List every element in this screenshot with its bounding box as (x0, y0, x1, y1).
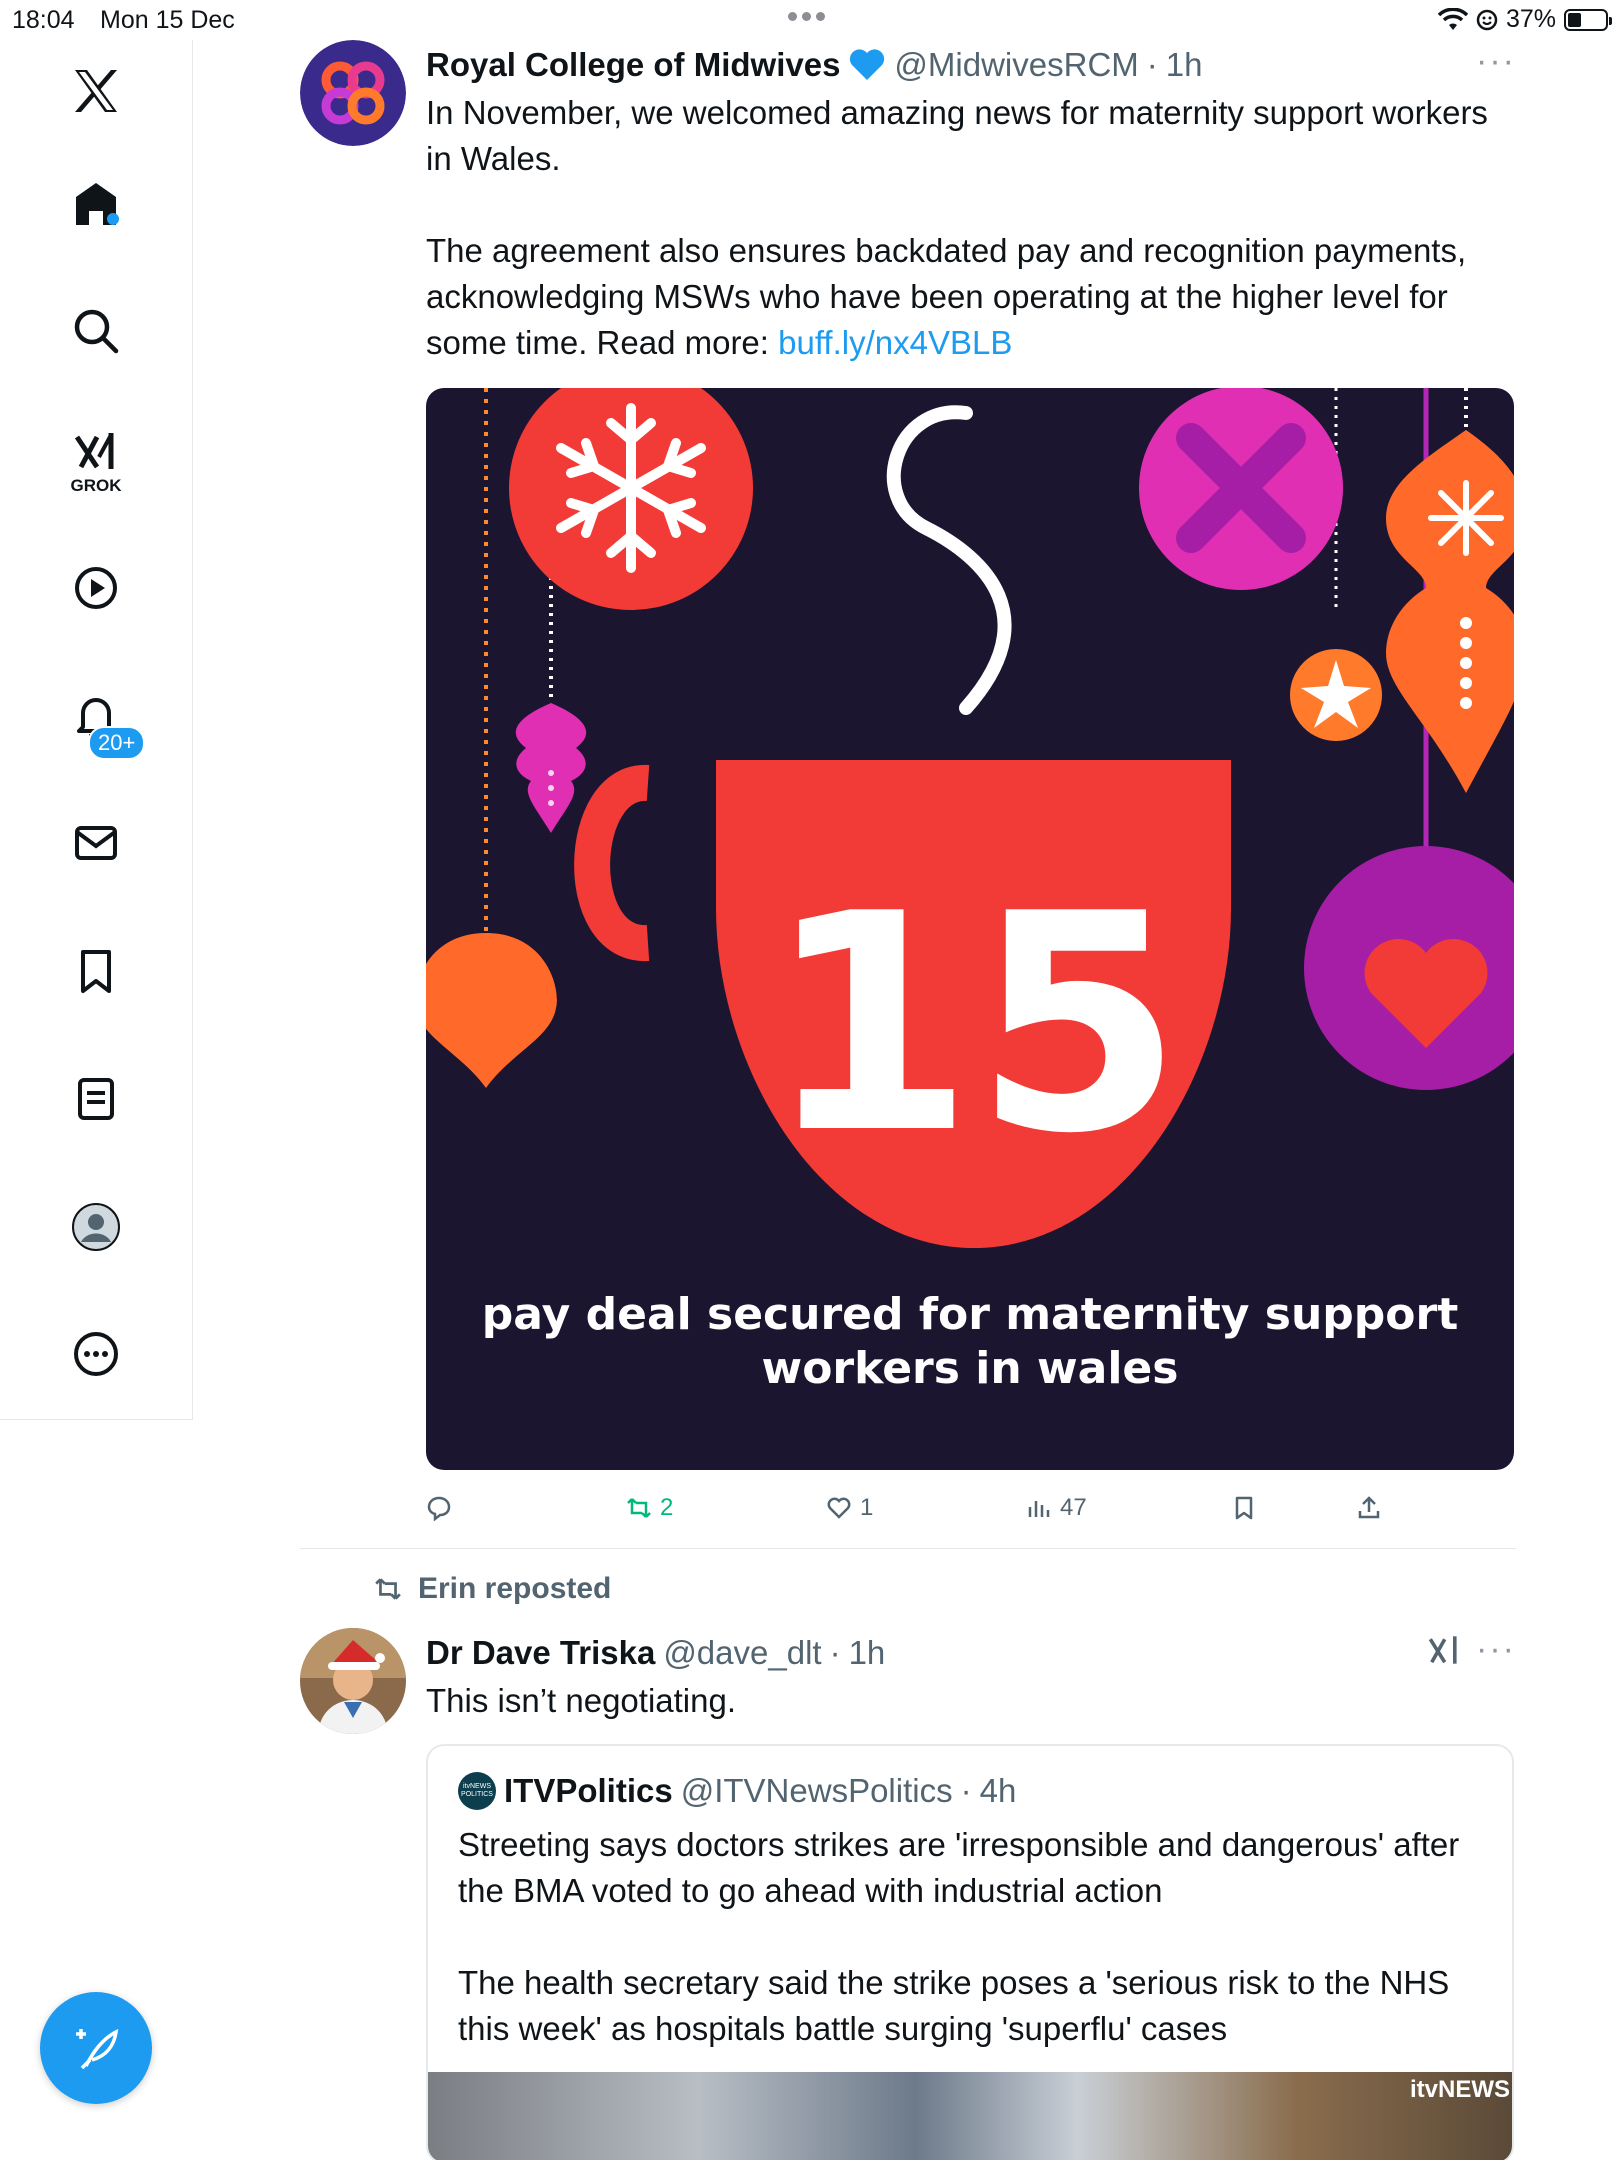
rcm-avatar[interactable] (300, 40, 406, 146)
status-date: Mon 15 Dec (100, 6, 235, 34)
quote-image[interactable]: itvNEWS (428, 2072, 1512, 2160)
messages-mail-icon[interactable] (55, 802, 137, 884)
views-bar-chart-icon (1028, 1501, 1050, 1517)
mug-number-text: 15 (765, 850, 1182, 1199)
multitasking-dots-icon[interactable] (788, 12, 825, 21)
bookmark-button[interactable] (1231, 1495, 1356, 1521)
quote-author-handle[interactable]: @ITVNewsPolitics (681, 1772, 953, 1810)
quote-author-name[interactable]: ITVPolitics (504, 1772, 673, 1810)
bookmark-icon (1235, 1496, 1253, 1520)
compose-feather-icon (76, 2028, 119, 2070)
quote-header: itvNEWS POLITICS ITVPolitics @ITVNewsPol… (458, 1772, 1482, 1810)
battery-percent: 37% (1505, 5, 1556, 33)
quote-text: Streeting says doctors strikes are 'irre… (458, 1826, 1460, 2047)
repost-context[interactable]: Erin reposted (372, 1572, 611, 1606)
post-text: In November, we welcomed amazing news fo… (426, 90, 1516, 366)
post-more-button[interactable]: ··· (1476, 1630, 1516, 1669)
itv-politics-avatar[interactable]: itvNEWS POLITICS (458, 1772, 496, 1810)
post-header: Dr Dave Triska @dave_dlt · 1h (426, 1628, 1516, 1678)
author-name[interactable]: Royal College of Midwives (426, 46, 840, 84)
grok-icon[interactable]: GROK (55, 420, 137, 502)
author-handle[interactable]: @dave_dlt (663, 1634, 821, 1672)
notifications-badge: 20+ (88, 726, 146, 760)
post-divider (300, 1548, 1516, 1549)
status-time: 18:04 (12, 6, 75, 34)
heart-icon (827, 1497, 851, 1519)
post-text-main: In November, we welcomed amazing news fo… (426, 94, 1488, 361)
reply-button[interactable] (426, 1495, 626, 1521)
status-right: 37% (1437, 5, 1612, 34)
quoted-post[interactable]: itvNEWS POLITICS ITVPolitics @ITVNewsPol… (426, 1744, 1514, 2160)
profile-avatar-icon[interactable] (55, 1186, 137, 1268)
battery-fill (1568, 12, 1582, 27)
status-bar: 18:04 Mon 15 Dec 37% (0, 0, 1620, 40)
views-button[interactable]: 47 (1026, 1494, 1231, 1522)
separator-dot: · (1146, 46, 1158, 83)
share-button[interactable] (1356, 1495, 1382, 1521)
grok-label: GROK (70, 476, 122, 495)
post-more-button[interactable]: ··· (1476, 42, 1516, 81)
post-image[interactable]: 15 pay deal secured for maternity suppor… (426, 388, 1514, 1470)
image-caption-line-1: pay deal secured for maternity support (481, 1289, 1459, 1340)
timeline-feed: Royal College of Midwives @MidwivesRCM ·… (300, 40, 1516, 2160)
post-dave-triska[interactable]: Dr Dave Triska @dave_dlt · 1h ··· This i… (300, 1628, 1516, 2160)
reply-icon (427, 1496, 451, 1521)
author-handle[interactable]: @MidwivesRCM (894, 46, 1138, 84)
image-caption-line-2: workers in wales (761, 1343, 1179, 1394)
x-logo-icon[interactable] (55, 50, 137, 132)
grok-explain-icon[interactable] (1426, 1632, 1462, 1677)
video-play-icon[interactable] (55, 547, 137, 629)
bookmarks-icon[interactable] (55, 930, 137, 1012)
post-link[interactable]: buff.ly/nx4VBLB (778, 324, 1012, 361)
image-caption: pay deal secured for maternity support w… (426, 1288, 1514, 1396)
share-icon (1358, 1496, 1380, 1519)
post-time[interactable]: 1h (1166, 46, 1203, 84)
like-button[interactable]: 1 (826, 1494, 1026, 1522)
post-text: This isn’t negotiating. (426, 1682, 737, 1719)
blue-heart-icon (850, 49, 885, 80)
quote-time: 4h (979, 1772, 1017, 1809)
dave-triska-avatar[interactable] (300, 1628, 406, 1734)
post-actions: 2 1 47 (426, 1488, 1516, 1528)
sidebar: GROK 20+ (0, 40, 193, 1420)
repost-icon (627, 1498, 651, 1518)
wifi-icon (1437, 7, 1468, 30)
views-count: 47 (1060, 1494, 1087, 1521)
post-rcm[interactable]: Royal College of Midwives @MidwivesRCM ·… (300, 40, 1516, 1528)
itv-news-logo: itvNEWS (1409, 2076, 1510, 2103)
battery-icon (1564, 8, 1612, 31)
lists-icon[interactable] (55, 1058, 137, 1140)
compose-post-button[interactable] (40, 1992, 152, 2104)
home-unread-dot (107, 213, 119, 225)
home-icon[interactable] (55, 163, 137, 245)
repost-by-text: Erin reposted (418, 1572, 612, 1605)
separator-dot: · (960, 1772, 972, 1809)
repost-count: 2 (660, 1494, 674, 1521)
post-header: Royal College of Midwives @MidwivesRCM ·… (426, 40, 1516, 90)
search-icon[interactable] (55, 290, 137, 372)
separator-dot: · (829, 1634, 841, 1671)
repost-button[interactable]: 2 (626, 1494, 826, 1522)
more-options-icon[interactable] (55, 1313, 137, 1395)
like-count: 1 (860, 1494, 874, 1521)
focus-smiley-icon (1476, 9, 1498, 30)
post-time[interactable]: 1h (849, 1634, 886, 1672)
author-name[interactable]: Dr Dave Triska (426, 1634, 655, 1672)
repost-icon (375, 1578, 401, 1600)
